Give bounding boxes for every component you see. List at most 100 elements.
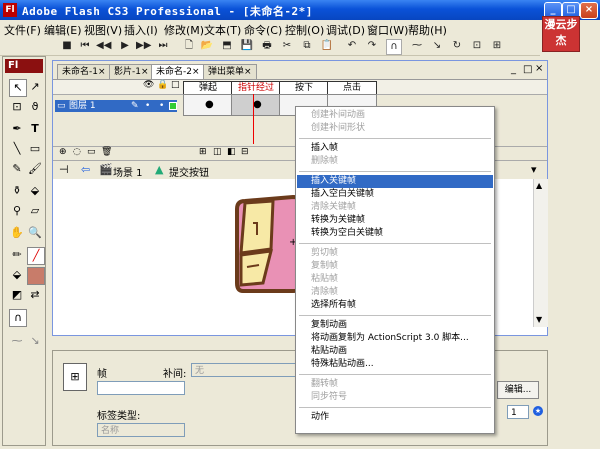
- doc-close-icon[interactable]: ×: [535, 63, 543, 74]
- scroll-up-icon[interactable]: ▲: [536, 181, 542, 190]
- timeline-toggle-icon[interactable]: ⊣: [59, 163, 69, 176]
- line-tool-icon[interactable]: ╲: [9, 141, 25, 157]
- eye-icon[interactable]: 👁: [143, 80, 154, 90]
- scale-icon[interactable]: ⊡: [470, 39, 484, 53]
- text-tool-icon[interactable]: T: [27, 121, 43, 137]
- paint-bucket-icon[interactable]: ⬙: [27, 183, 43, 199]
- context-menu-item[interactable]: 特殊粘贴动画...: [297, 358, 493, 371]
- onion-skin-icon[interactable]: ◫: [213, 147, 222, 157]
- context-menu-item[interactable]: 粘贴动画: [297, 345, 493, 358]
- stroke-swatch-icon[interactable]: ╱: [27, 247, 45, 265]
- print-icon[interactable]: 🖶: [260, 39, 274, 53]
- context-menu-item[interactable]: 创建补间动画: [297, 109, 493, 122]
- brush-tool-icon[interactable]: 🖌: [27, 161, 43, 177]
- context-menu-item[interactable]: 删除帧: [297, 155, 493, 168]
- context-menu-item[interactable]: 创建补间形状: [297, 122, 493, 135]
- rectangle-tool-icon[interactable]: ▭: [27, 141, 43, 157]
- snap-magnet-icon[interactable]: ∩: [9, 309, 27, 327]
- tween-select[interactable]: 无: [191, 363, 297, 377]
- eyedropper-icon[interactable]: ⚲: [9, 203, 25, 219]
- doc-tab-3[interactable]: 未命名-2×: [151, 64, 205, 79]
- context-menu-item[interactable]: 翻转帧: [297, 378, 493, 391]
- straighten-option-icon[interactable]: ↘: [27, 333, 43, 349]
- context-menu-item[interactable]: 复制动画: [297, 319, 493, 332]
- copy-icon[interactable]: ⧉: [300, 39, 314, 53]
- doc-tab-2[interactable]: 影片-1×: [109, 64, 154, 79]
- help-icon[interactable]: ★: [533, 406, 543, 416]
- edit-button[interactable]: 编辑...: [497, 381, 539, 399]
- rewind-icon[interactable]: ⏮: [78, 39, 92, 53]
- context-menu-item[interactable]: 复制帧: [297, 260, 493, 273]
- context-menu-item[interactable]: 粘贴帧: [297, 273, 493, 286]
- layer-outline-swatch[interactable]: [169, 102, 177, 110]
- magnet-icon[interactable]: ∩: [386, 39, 402, 55]
- context-menu-item[interactable]: 转换为关键帧: [297, 214, 493, 227]
- lasso-icon[interactable]: ϑ: [27, 99, 43, 115]
- play-icon[interactable]: ▶: [118, 39, 132, 53]
- save-icon[interactable]: 💾: [240, 39, 254, 53]
- align-icon[interactable]: ⊞: [490, 39, 504, 53]
- back-arrow-icon[interactable]: ⇦: [81, 163, 90, 176]
- context-menu-item[interactable]: 将动画复制为 ActionScript 3.0 脚本...: [297, 332, 493, 345]
- step-back-icon[interactable]: ◀◀: [96, 39, 111, 53]
- context-menu-item[interactable]: 插入关键帧: [297, 175, 493, 188]
- smooth-icon[interactable]: ⁓: [410, 39, 424, 53]
- frame-cell-over[interactable]: ●: [231, 94, 281, 116]
- step-forward-icon[interactable]: ▶▶: [136, 39, 151, 53]
- new-file-icon[interactable]: 🗋: [182, 39, 196, 53]
- smooth-option-icon[interactable]: ⁓: [9, 333, 25, 349]
- hand-tool-icon[interactable]: ✋: [9, 225, 25, 241]
- stop-icon[interactable]: ■: [60, 39, 74, 53]
- fill-swatch-icon[interactable]: [27, 267, 45, 285]
- context-menu-item[interactable]: 插入空白关键帧: [297, 188, 493, 201]
- scene-breadcrumb[interactable]: 场景 1: [113, 164, 143, 179]
- context-menu-item[interactable]: 插入帧: [297, 142, 493, 155]
- repeat-stepper[interactable]: 1: [507, 405, 529, 419]
- add-layer-icon[interactable]: ⊕: [59, 147, 67, 157]
- doc-minimize-icon[interactable]: _: [511, 64, 516, 75]
- straighten-icon[interactable]: ↘: [430, 39, 444, 53]
- zoom-dropdown-icon[interactable]: ▾: [531, 163, 537, 176]
- layer-visible-dot[interactable]: •: [145, 100, 150, 112]
- rotate-icon[interactable]: ↻: [450, 39, 464, 53]
- pencil-tool-icon[interactable]: ✎: [9, 161, 25, 177]
- fill-color-icon[interactable]: ⬙: [9, 267, 25, 283]
- cut-icon[interactable]: ✂: [280, 39, 294, 53]
- edit-multiple-icon[interactable]: ⊟: [241, 147, 249, 157]
- context-menu-item[interactable]: 动作: [297, 411, 493, 424]
- lock-icon[interactable]: 🔒: [157, 80, 168, 90]
- context-menu-item[interactable]: 同步符号: [297, 391, 493, 404]
- label-type-select[interactable]: 名称: [97, 423, 185, 437]
- center-frame-icon[interactable]: ⊞: [199, 147, 207, 157]
- zoom-tool-icon[interactable]: 🔍: [27, 225, 43, 241]
- swap-colors-icon[interactable]: ⇄: [27, 287, 43, 303]
- open-file-icon[interactable]: 📂: [200, 39, 214, 53]
- frame-cell-up[interactable]: ●: [183, 94, 233, 116]
- selection-tool-icon[interactable]: ↖: [9, 79, 27, 97]
- outline-icon[interactable]: □: [171, 80, 180, 90]
- vertical-scrollbar[interactable]: ▲ ▼: [533, 179, 548, 327]
- context-menu-item[interactable]: 剪切帧: [297, 247, 493, 260]
- undo-icon[interactable]: ↶: [345, 39, 359, 53]
- subselection-tool-icon[interactable]: ↗: [27, 79, 43, 95]
- layer-lock-dot[interactable]: •: [159, 100, 164, 112]
- eraser-icon[interactable]: ▱: [27, 203, 43, 219]
- context-menu-item[interactable]: 选择所有帧: [297, 299, 493, 312]
- paste-icon[interactable]: 📋: [320, 39, 334, 53]
- default-colors-icon[interactable]: ◩: [9, 287, 25, 303]
- layer-row[interactable]: ▭ 图层 1 ✎ • •: [55, 100, 177, 112]
- forward-end-icon[interactable]: ⏭: [156, 39, 170, 53]
- onion-outline-icon[interactable]: ◧: [227, 147, 236, 157]
- context-menu-item[interactable]: 清除帧: [297, 286, 493, 299]
- add-folder-icon[interactable]: ▭: [87, 147, 96, 157]
- add-guide-icon[interactable]: ◌: [73, 147, 81, 157]
- context-menu-item[interactable]: 清除关键帧: [297, 201, 493, 214]
- stroke-color-icon[interactable]: ✏: [9, 247, 25, 263]
- frame-name-input[interactable]: [97, 381, 185, 395]
- redo-icon[interactable]: ↷: [365, 39, 379, 53]
- free-transform-icon[interactable]: ⊡: [9, 99, 25, 115]
- ink-bottle-icon[interactable]: ⚱: [9, 183, 25, 199]
- doc-restore-icon[interactable]: □: [523, 64, 532, 75]
- delete-layer-icon[interactable]: 🗑: [101, 147, 112, 157]
- doc-tab-4[interactable]: 弹出菜单×: [203, 64, 257, 79]
